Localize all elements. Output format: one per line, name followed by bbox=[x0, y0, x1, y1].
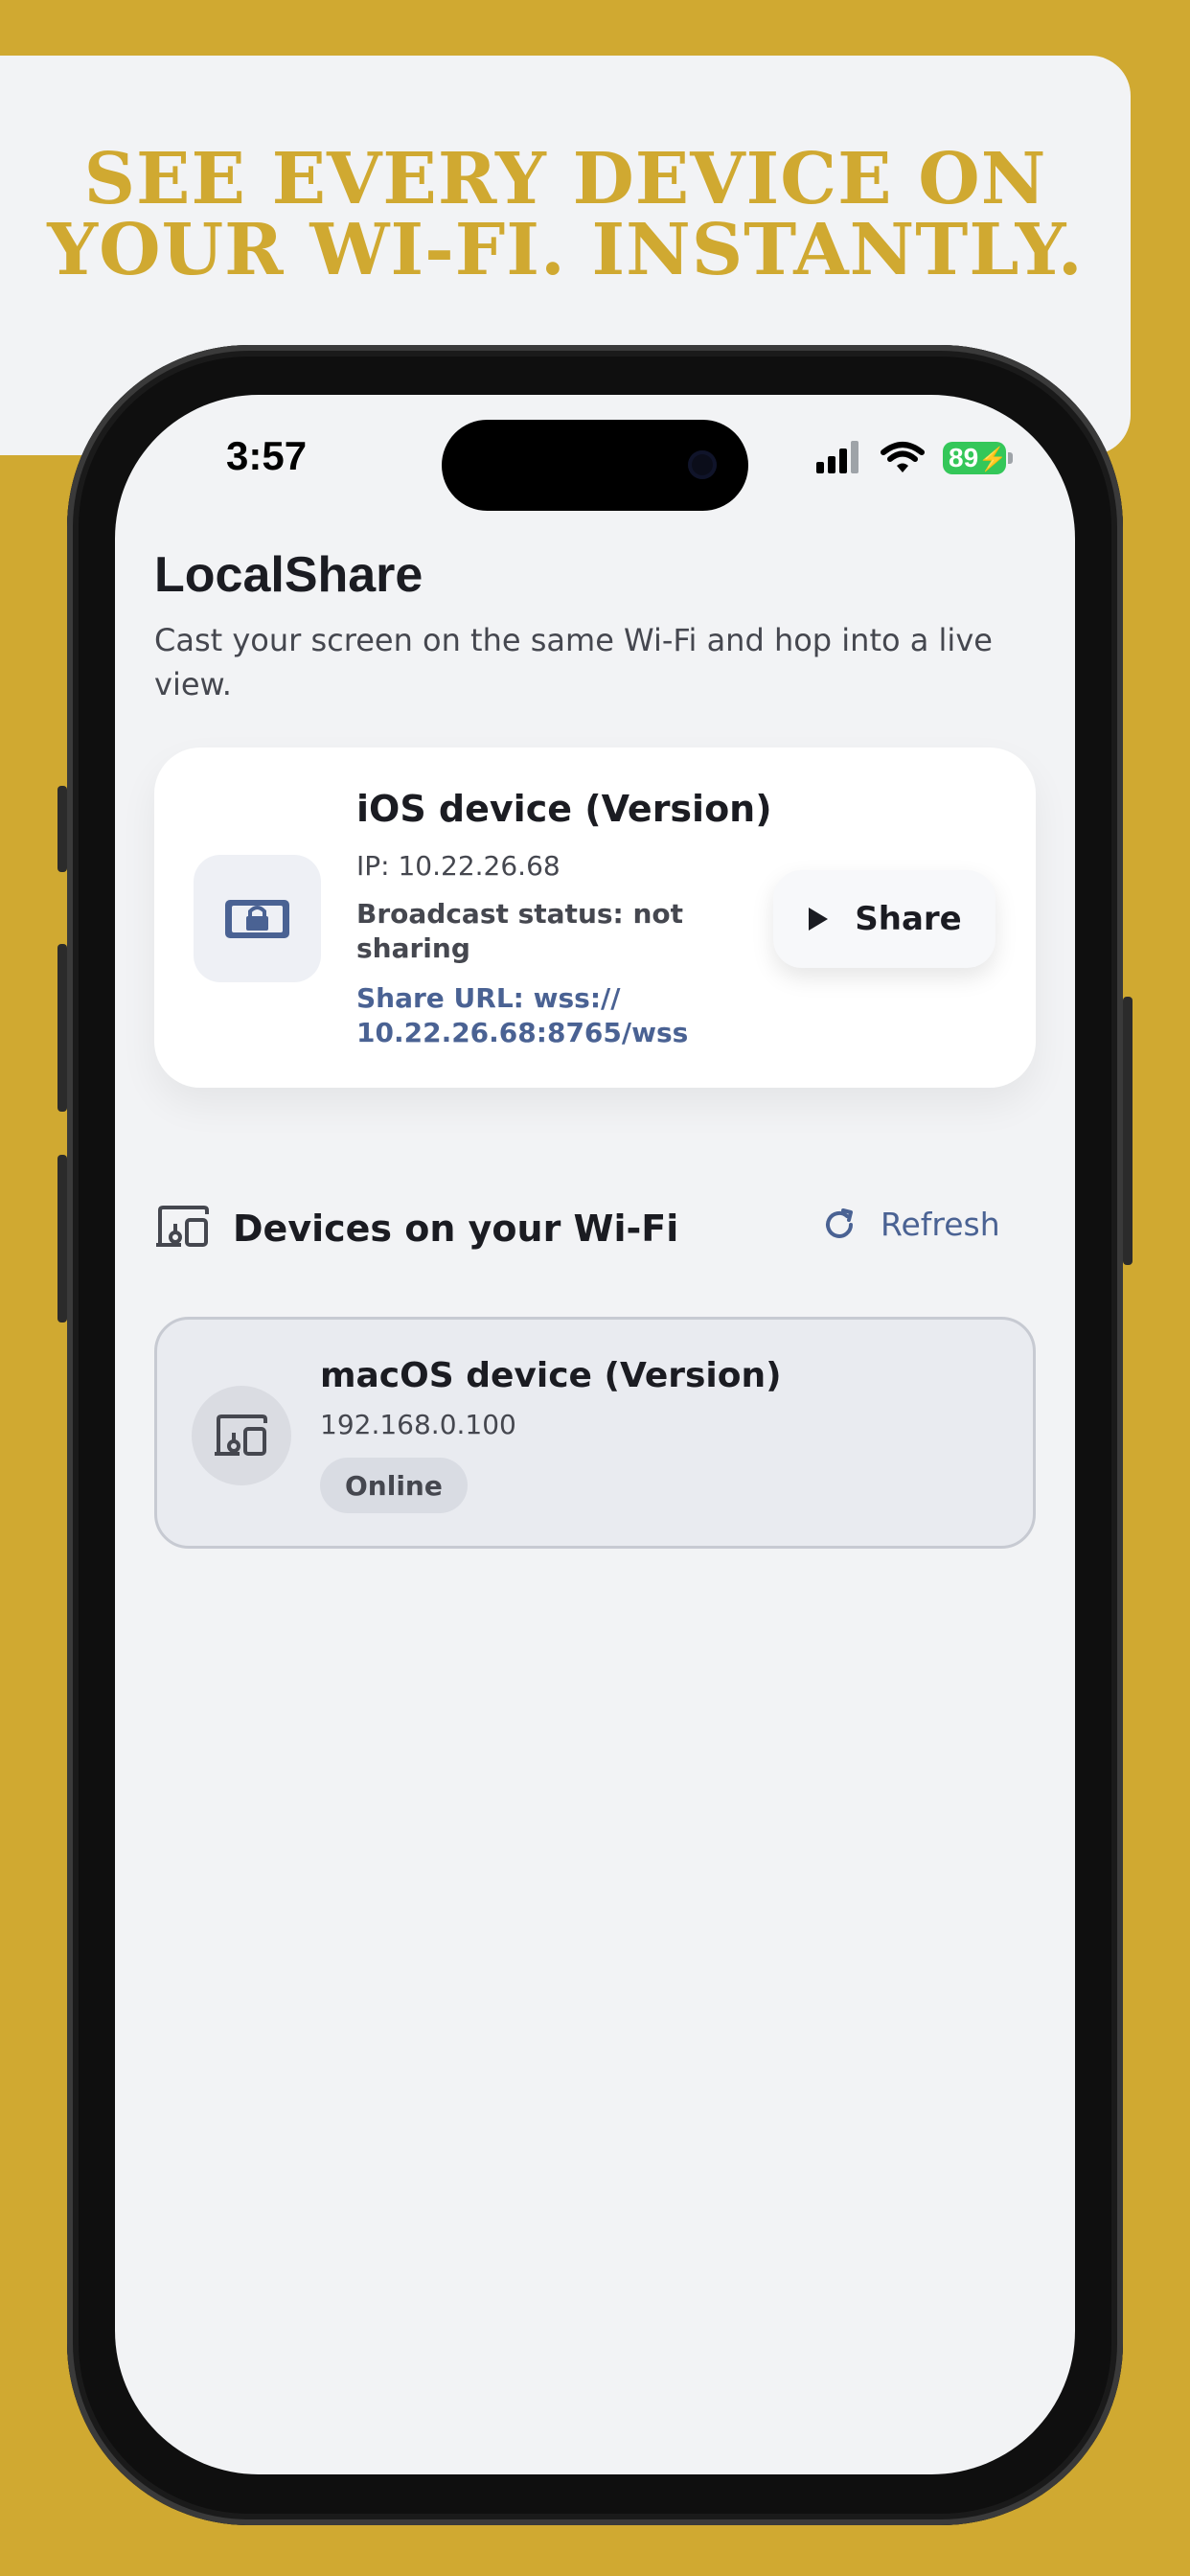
promo-headline: SEE EVERY DEVICE ON YOUR WI-FI. INSTANTL… bbox=[0, 144, 1131, 286]
device-ip: 192.168.0.100 bbox=[320, 1409, 516, 1440]
camera-icon bbox=[688, 450, 717, 479]
device-icon-box bbox=[194, 855, 321, 982]
this-device-ip: IP: 10.22.26.68 bbox=[356, 850, 561, 882]
signal-icon bbox=[816, 441, 858, 473]
battery-icon: 89⚡ bbox=[943, 442, 1007, 474]
device-avatar bbox=[192, 1386, 291, 1485]
devices-icon bbox=[156, 1206, 209, 1247]
share-url[interactable]: Share URL: wss:// 10.22.26.68:8765/wss bbox=[356, 981, 730, 1050]
volume-up-button bbox=[57, 944, 67, 1112]
battery-level: 89 bbox=[949, 443, 979, 472]
device-name: macOS device (Version) bbox=[320, 1356, 782, 1395]
status-badge: Online bbox=[320, 1458, 468, 1513]
broadcast-status: Broadcast status: not sharing bbox=[356, 898, 684, 964]
lock-screen-icon bbox=[225, 900, 289, 938]
refresh-icon bbox=[826, 1208, 853, 1238]
app-subtitle: Cast your screen on the same Wi-Fi and h… bbox=[154, 622, 993, 702]
battery-tip bbox=[1008, 452, 1013, 464]
headline-line-2: YOUR WI-FI. INSTANTLY. bbox=[47, 209, 1084, 291]
app-title: LocalShare bbox=[154, 547, 423, 603]
power-button bbox=[1123, 997, 1133, 1265]
share-button-label: Share bbox=[855, 900, 962, 938]
this-device-title: iOS device (Version) bbox=[356, 788, 772, 830]
wifi-icon bbox=[881, 442, 925, 472]
refresh-button[interactable]: Refresh bbox=[821, 1206, 1000, 1243]
refresh-label: Refresh bbox=[881, 1206, 1000, 1243]
devices-section-title: Devices on your Wi-Fi bbox=[233, 1208, 679, 1250]
volume-down-button bbox=[57, 1155, 67, 1322]
play-icon bbox=[809, 908, 829, 931]
headline-line-1: SEE EVERY DEVICE ON bbox=[83, 138, 1047, 220]
devices-icon bbox=[215, 1414, 267, 1456]
action-button bbox=[57, 786, 67, 872]
share-button[interactable]: Share bbox=[773, 870, 995, 968]
status-time: 3:57 bbox=[226, 433, 308, 478]
